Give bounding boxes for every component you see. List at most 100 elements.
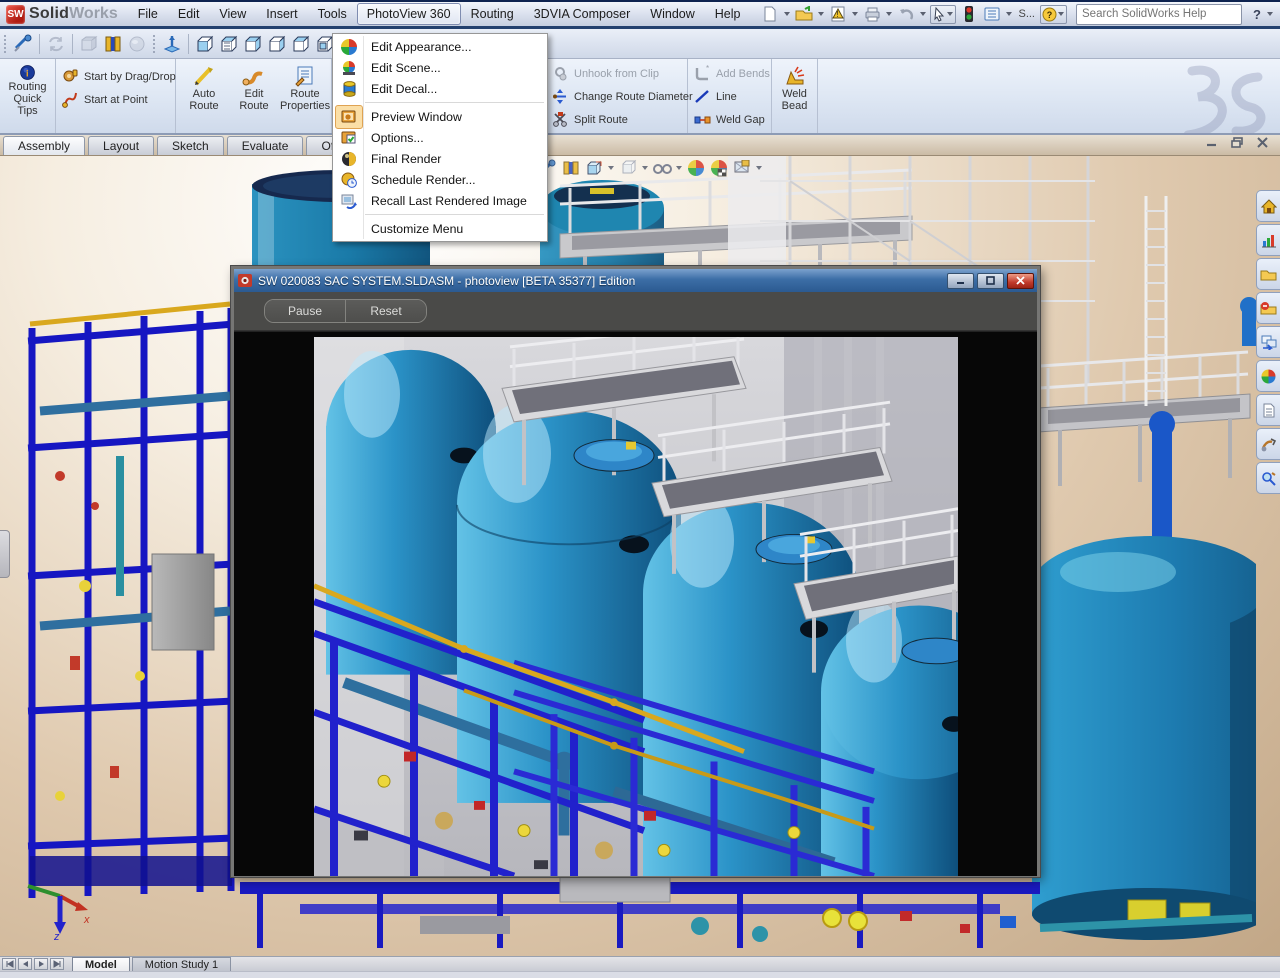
- view-orientation-icon[interactable]: [584, 158, 604, 178]
- refresh-icon[interactable]: [45, 33, 67, 55]
- photoview-preview-window[interactable]: SW 020083 SAC SYSTEM.SLDASM - photoview …: [231, 266, 1040, 877]
- shaded-cube-icon[interactable]: [78, 33, 100, 55]
- tab-scroll-first-button[interactable]: [2, 958, 16, 970]
- edit-route-button[interactable]: Edit Route: [232, 59, 276, 133]
- start-by-dragdrop-button[interactable]: Start by Drag/Drop: [56, 65, 175, 88]
- add-bends-button[interactable]: * Add Bends: [688, 62, 771, 85]
- task-pane-search-tab[interactable]: [1256, 462, 1280, 494]
- view-front-icon[interactable]: [194, 33, 216, 55]
- appearances-icon[interactable]: [686, 158, 706, 178]
- help-glyph[interactable]: ?: [1253, 7, 1261, 22]
- menu-item-schedule-render[interactable]: Schedule Render...: [333, 169, 547, 190]
- hide-show-items-icon[interactable]: [652, 158, 672, 178]
- task-pane-resources-tab[interactable]: [1256, 224, 1280, 256]
- pause-button[interactable]: Pause: [265, 300, 346, 322]
- view-left-icon[interactable]: [242, 33, 264, 55]
- help-caret[interactable]: [1267, 12, 1273, 16]
- rebuild-button[interactable]: !: [828, 4, 848, 24]
- panel-collapse-handle[interactable]: [0, 530, 10, 578]
- menu-file[interactable]: File: [128, 3, 168, 25]
- model-tab[interactable]: Model: [72, 957, 130, 971]
- menu-item-options[interactable]: Options...: [333, 127, 547, 148]
- task-pane-appearances-tab[interactable]: [1256, 360, 1280, 392]
- print-button[interactable]: [862, 4, 882, 24]
- search-box[interactable]: [1076, 4, 1242, 25]
- menu-routing[interactable]: Routing: [461, 3, 524, 25]
- task-pane-home-tab[interactable]: [1256, 190, 1280, 222]
- measure-tool-icon[interactable]: [12, 33, 34, 55]
- reset-button[interactable]: Reset: [346, 300, 426, 322]
- view-top-icon[interactable]: [290, 33, 312, 55]
- tab-layout[interactable]: Layout: [88, 136, 154, 155]
- render-preview-icon[interactable]: [732, 158, 752, 178]
- menu-item-recall-last-rendered-image[interactable]: Recall Last Rendered Image: [333, 190, 547, 211]
- task-pane-routing-library-tab[interactable]: [1256, 428, 1280, 460]
- print-caret[interactable]: [886, 12, 892, 16]
- render-preview-caret[interactable]: [756, 166, 762, 170]
- help-balloon-caret[interactable]: [1058, 12, 1064, 16]
- weld-gap-button[interactable]: Weld Gap: [688, 108, 771, 131]
- motion-study-tab[interactable]: Motion Study 1: [132, 957, 231, 971]
- unhook-from-clip-button[interactable]: Unhook from Clip: [546, 62, 687, 85]
- task-pane-view-palette-tab[interactable]: [1256, 326, 1280, 358]
- menu-window[interactable]: Window: [640, 3, 704, 25]
- route-properties-button[interactable]: Route Properties: [280, 59, 330, 133]
- apply-scene-icon[interactable]: [709, 158, 729, 178]
- open-caret[interactable]: [818, 12, 824, 16]
- preview-close-button[interactable]: [1007, 273, 1034, 289]
- menu-item-edit-scene[interactable]: Edit Scene...: [333, 57, 547, 78]
- change-route-diameter-button[interactable]: Change Route Diameter: [546, 85, 687, 108]
- select-tool-button[interactable]: [930, 5, 956, 24]
- preview-maximize-button[interactable]: [977, 273, 1004, 289]
- menu-item-preview-window[interactable]: Preview Window: [333, 106, 547, 127]
- menu-item-edit-decal[interactable]: Edit Decal...: [333, 78, 547, 99]
- tab-scroll-last-button[interactable]: [50, 958, 64, 970]
- start-at-point-button[interactable]: Start at Point: [56, 88, 175, 111]
- toolbar-overflow-text[interactable]: S...: [1018, 8, 1035, 20]
- normal-to-icon[interactable]: [161, 33, 183, 55]
- auto-route-button[interactable]: Auto Route: [182, 59, 226, 133]
- tab-scroll-next-button[interactable]: [34, 958, 48, 970]
- preview-title-bar[interactable]: SW 020083 SAC SYSTEM.SLDASM - photoview …: [234, 269, 1037, 292]
- line-button[interactable]: Line: [688, 85, 771, 108]
- menu-item-final-render[interactable]: Final Render: [333, 148, 547, 169]
- interference-lights-icon[interactable]: [959, 4, 979, 24]
- help-balloon-button[interactable]: ?: [1040, 5, 1067, 24]
- rebuild-caret[interactable]: [852, 12, 858, 16]
- menu-tools[interactable]: Tools: [308, 3, 357, 25]
- tab-evaluate[interactable]: Evaluate: [227, 136, 304, 155]
- new-document-button[interactable]: [760, 4, 780, 24]
- tab-assembly[interactable]: Assembly: [3, 136, 85, 155]
- task-pane-design-library-tab[interactable]: [1256, 258, 1280, 290]
- tab-scroll-prev-button[interactable]: [18, 958, 32, 970]
- section-view-icon[interactable]: [561, 158, 581, 178]
- doc-close-button[interactable]: [1257, 137, 1268, 148]
- menu-edit[interactable]: Edit: [168, 3, 210, 25]
- view-right-icon[interactable]: [266, 33, 288, 55]
- toolbar-grip[interactable]: [152, 34, 157, 54]
- menu-3dvia-composer[interactable]: 3DVIA Composer: [524, 3, 641, 25]
- toolbar-grip[interactable]: [3, 34, 8, 54]
- view-orientation-caret[interactable]: [608, 166, 614, 170]
- options-list-caret[interactable]: [1006, 12, 1012, 16]
- curtain-icon[interactable]: [102, 33, 124, 55]
- undo-button[interactable]: [896, 4, 916, 24]
- menu-item-customize-menu[interactable]: Customize Menu: [333, 218, 547, 239]
- new-document-caret[interactable]: [784, 12, 790, 16]
- open-button[interactable]: [794, 4, 814, 24]
- split-route-button[interactable]: Split Route: [546, 108, 687, 131]
- search-input[interactable]: [1080, 7, 1238, 21]
- menu-item-edit-appearance[interactable]: Edit Appearance...: [333, 36, 547, 57]
- weld-bead-button[interactable]: Weld Bead: [772, 59, 817, 133]
- doc-restore-button[interactable]: [1231, 137, 1243, 148]
- menu-insert[interactable]: Insert: [256, 3, 307, 25]
- undo-caret[interactable]: [920, 12, 926, 16]
- doc-minimize-button[interactable]: [1206, 137, 1217, 148]
- menu-help[interactable]: Help: [705, 3, 751, 25]
- display-style-caret[interactable]: [642, 166, 648, 170]
- menu-photoview-360[interactable]: PhotoView 360: [357, 3, 461, 25]
- tab-sketch[interactable]: Sketch: [157, 136, 224, 155]
- hide-show-caret[interactable]: [676, 166, 682, 170]
- options-list-button[interactable]: [982, 4, 1002, 24]
- display-style-icon[interactable]: [618, 158, 638, 178]
